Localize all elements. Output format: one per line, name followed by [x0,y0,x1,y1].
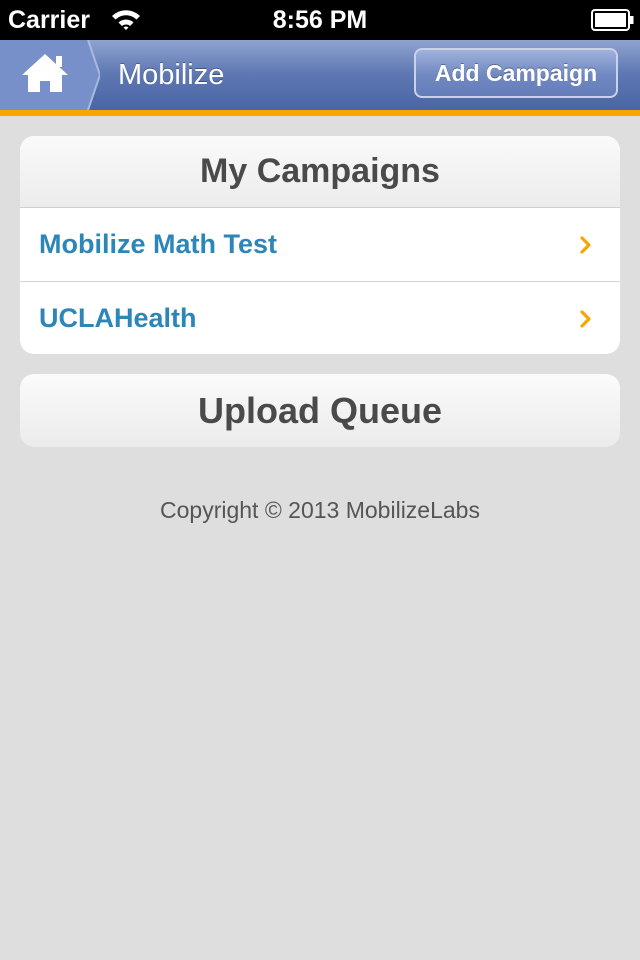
add-campaign-button[interactable]: Add Campaign [414,48,618,98]
campaign-item-label: Mobilize Math Test [39,229,278,259]
page-title: Mobilize [118,59,225,91]
campaign-item-label: UCLAHealth [39,303,197,333]
clock: 8:56 PM [272,6,368,34]
nav-bar: Mobilize Add Campaign [0,40,640,116]
upload-queue-button[interactable]: Upload Queue [20,374,620,447]
chevron-right-icon [580,310,591,328]
chevron-right-icon [580,236,591,254]
campaign-item[interactable]: Mobilize Math Test [20,208,620,282]
campaigns-title: My Campaigns [20,136,620,208]
copyright-text: Copyright © 2013 MobilizeLabs [160,497,480,523]
campaign-item[interactable]: UCLAHealth [20,282,620,354]
status-bar: Carrier 8:56 PM [0,0,640,40]
campaigns-card: My Campaigns Mobilize Math Test UCLAHeal… [20,136,620,354]
battery-icon [591,9,635,31]
home-button[interactable] [0,40,100,110]
